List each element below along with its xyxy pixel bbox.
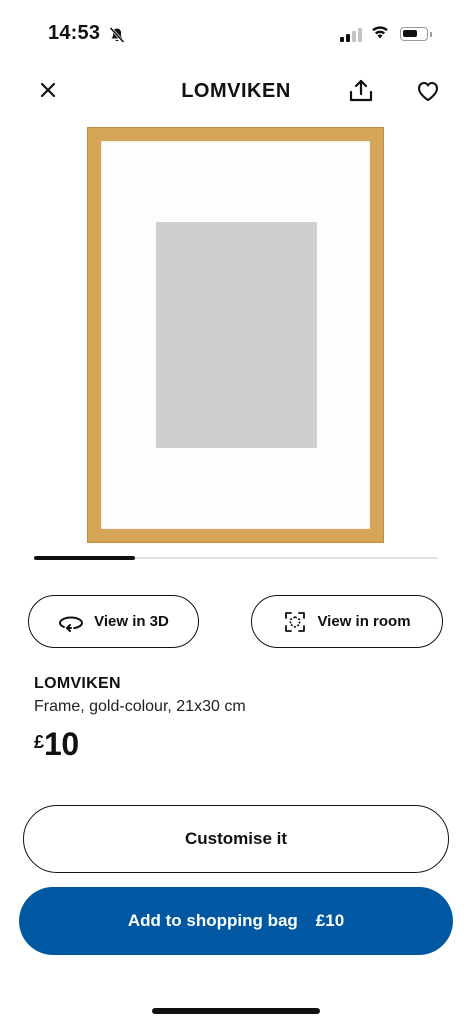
- customise-button[interactable]: Customise it: [23, 805, 449, 873]
- status-time: 14:53: [48, 22, 101, 44]
- rotate-3d-icon: [59, 615, 84, 632]
- view-in-room-button[interactable]: View in room: [251, 595, 443, 648]
- add-to-bag-label: Add to shopping bag: [127, 911, 298, 930]
- price-currency: £: [34, 732, 45, 752]
- product-price: £ 10: [34, 726, 79, 763]
- add-to-bag-price: £10: [315, 911, 345, 930]
- image-carousel-progress: [34, 556, 135, 560]
- customise-label: Customise it: [184, 829, 288, 848]
- view-in-3d-label: View in 3D: [94, 613, 169, 630]
- cellular-signal-icon: [340, 26, 362, 42]
- product-image[interactable]: [87, 127, 384, 543]
- close-icon[interactable]: [38, 80, 58, 100]
- home-indicator[interactable]: [152, 1008, 320, 1014]
- page-title: LOMVIKEN: [181, 80, 291, 102]
- view-in-room-label: View in room: [317, 613, 411, 630]
- add-to-bag-button[interactable]: Add to shopping bag £10: [19, 887, 453, 955]
- battery-icon: [400, 27, 432, 41]
- heart-icon[interactable]: [416, 80, 440, 102]
- ar-cube-icon: [285, 611, 306, 632]
- bell-slash-icon: [109, 26, 125, 44]
- product-name: LOMVIKEN: [34, 675, 121, 692]
- frame-mat: [101, 141, 370, 529]
- share-icon[interactable]: [348, 78, 374, 104]
- view-in-3d-button[interactable]: View in 3D: [28, 595, 199, 648]
- product-description: Frame, gold-colour, 21x30 cm: [34, 698, 246, 715]
- frame-photo-area: [156, 222, 317, 448]
- price-value: 10: [44, 726, 79, 762]
- wifi-icon: [372, 26, 388, 39]
